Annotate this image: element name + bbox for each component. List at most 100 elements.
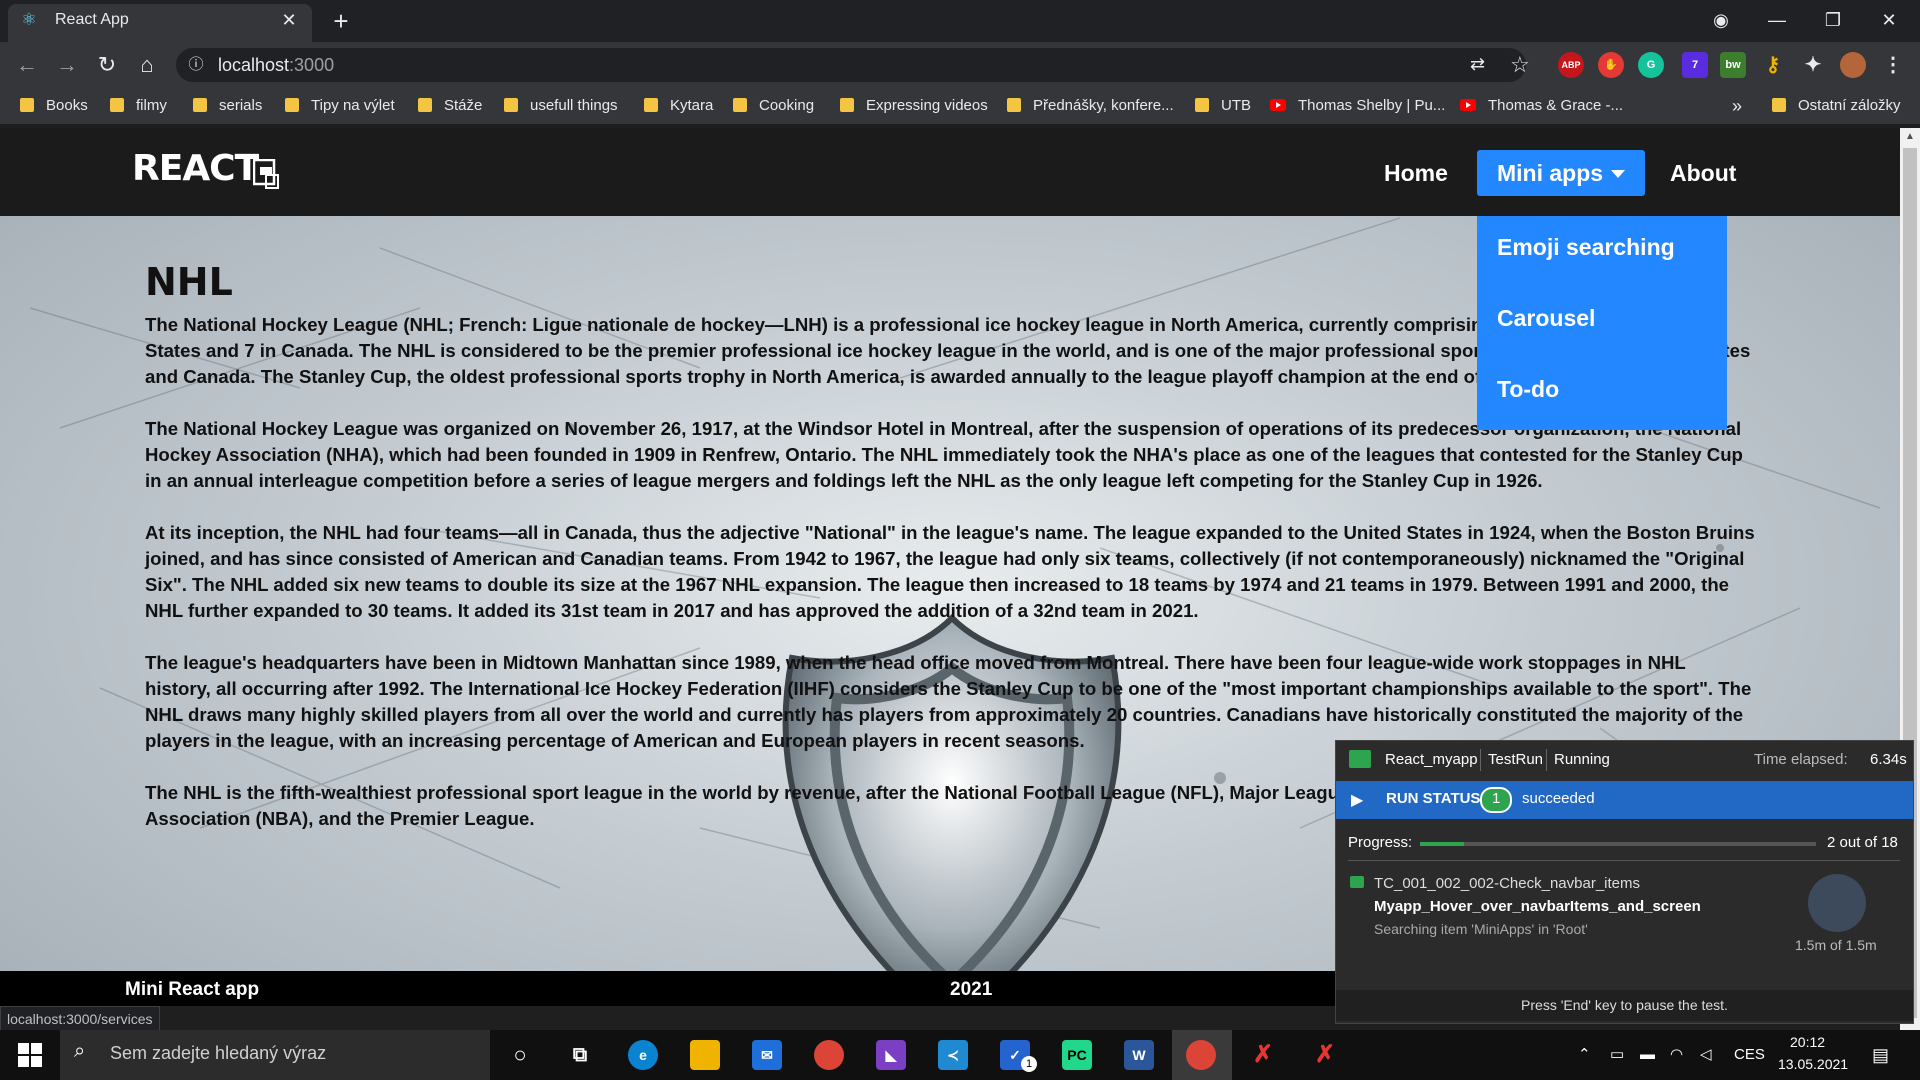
run-status-label: RUN STATUS bbox=[1386, 790, 1481, 807]
forward-icon[interactable]: → bbox=[52, 50, 82, 80]
tab-title: React App bbox=[55, 11, 129, 28]
bookmark-books[interactable]: Books bbox=[20, 88, 88, 124]
taskbar-search-placeholder[interactable]: Sem zadejte hledaný výraz bbox=[110, 1043, 326, 1064]
windows-start-icon[interactable] bbox=[18, 1043, 42, 1067]
action-center-icon[interactable]: ▤ bbox=[1872, 1040, 1889, 1070]
bookmark-serials[interactable]: serials bbox=[193, 88, 262, 124]
ranorex-recorder-icon[interactable]: ✗ bbox=[1310, 1040, 1340, 1070]
browser-tab[interactable] bbox=[8, 4, 312, 42]
bookmark-staze[interactable]: Stáže bbox=[418, 88, 482, 124]
language-indicator[interactable]: CES bbox=[1734, 1040, 1765, 1070]
translate-icon[interactable]: ⇄ bbox=[1470, 54, 1485, 75]
bookmark-filmy[interactable]: filmy bbox=[110, 88, 167, 124]
new-tab-button[interactable]: + bbox=[326, 6, 356, 36]
bookmark-expressing[interactable]: Expressing videos bbox=[840, 88, 988, 124]
article-paragraph: At its inception, the NHL had four teams… bbox=[145, 522, 1755, 621]
battery-icon[interactable]: ▬ bbox=[1640, 1040, 1655, 1070]
bookmark-utb[interactable]: UTB bbox=[1195, 88, 1251, 124]
folder-icon bbox=[1772, 98, 1786, 112]
clock-time[interactable]: 20:12 bbox=[1790, 1034, 1825, 1050]
other-bookmarks[interactable]: Ostatní záložky bbox=[1772, 88, 1901, 124]
back-icon[interactable]: ← bbox=[12, 50, 42, 80]
folder-icon bbox=[504, 98, 518, 112]
nav-home[interactable]: Home bbox=[1364, 150, 1468, 196]
bookmark-star-icon[interactable]: ☆ bbox=[1510, 52, 1530, 78]
grammarly-icon[interactable]: G bbox=[1638, 52, 1664, 78]
timeout-spinner bbox=[1808, 874, 1866, 932]
elapsed-label: Time elapsed: bbox=[1754, 751, 1848, 768]
vscode-icon[interactable]: ≺ bbox=[938, 1040, 968, 1070]
minimize-button[interactable]: — bbox=[1754, 0, 1800, 40]
brand-logo[interactable]: REACT bbox=[132, 148, 259, 189]
dropdown-item-todo[interactable]: To-do bbox=[1497, 376, 1559, 403]
bookmark-thomas-grace[interactable]: Thomas & Grace -... bbox=[1460, 88, 1623, 124]
task-view-icon[interactable]: ⧉ bbox=[565, 1040, 595, 1070]
key-extension-icon[interactable]: ⚷ bbox=[1760, 52, 1786, 78]
brand-icon bbox=[253, 159, 279, 189]
home-icon[interactable]: ⌂ bbox=[132, 50, 162, 80]
tab-search-icon[interactable]: ◉ bbox=[1698, 0, 1744, 40]
bookmark-kytara[interactable]: Kytara bbox=[644, 88, 713, 124]
folder-icon bbox=[285, 98, 299, 112]
chrome-profile-icon[interactable] bbox=[1186, 1040, 1216, 1070]
dropdown-item-carousel[interactable]: Carousel bbox=[1497, 305, 1595, 332]
more-bookmarks-icon[interactable]: » bbox=[1732, 88, 1742, 124]
site-info-icon[interactable]: ⓘ bbox=[186, 55, 206, 75]
word-icon[interactable]: W bbox=[1124, 1040, 1154, 1070]
cortana-icon[interactable]: ○ bbox=[505, 1040, 535, 1070]
close-tab-icon[interactable]: ✕ bbox=[277, 8, 301, 32]
elapsed-value: 6.34s bbox=[1870, 751, 1907, 768]
bookmark-tipy[interactable]: Tipy na výlet bbox=[285, 88, 395, 124]
pycharm-icon[interactable]: PC bbox=[1062, 1040, 1092, 1070]
folder-icon bbox=[840, 98, 854, 112]
youtube-icon bbox=[1270, 99, 1286, 111]
succeeded-count-badge: 1 bbox=[1480, 787, 1513, 813]
divider bbox=[1546, 749, 1547, 771]
status-bar-url: localhost:3000/services bbox=[0, 1006, 160, 1032]
progress-text: 2 out of 18 bbox=[1827, 834, 1898, 851]
bw-extension-icon[interactable]: bw bbox=[1720, 52, 1746, 78]
puzzle-extensions-icon[interactable]: ✦ bbox=[1800, 52, 1826, 78]
bookmark-thomas-shelby[interactable]: Thomas Shelby | Pu... bbox=[1270, 88, 1445, 124]
scroll-up-icon[interactable]: ▲ bbox=[1900, 128, 1920, 146]
close-window-button[interactable]: ✕ bbox=[1866, 0, 1912, 40]
timeout-text: 1.5m of 1.5m bbox=[1795, 937, 1877, 953]
mail-icon[interactable]: ✉ bbox=[752, 1040, 782, 1070]
ranorex-icon[interactable]: ✗ bbox=[1248, 1040, 1278, 1070]
reload-icon[interactable]: ↻ bbox=[92, 50, 122, 80]
notification-badge: 1 bbox=[1021, 1056, 1037, 1072]
meet-icon[interactable]: ▭ bbox=[1610, 1040, 1624, 1070]
folder-icon bbox=[1195, 98, 1209, 112]
volume-icon[interactable]: ◁ bbox=[1700, 1040, 1712, 1070]
address-bar[interactable] bbox=[176, 48, 1526, 82]
url-text[interactable]: localhost:3000 bbox=[218, 55, 334, 76]
clock-date[interactable]: 13.05.2021 bbox=[1778, 1056, 1848, 1072]
test-step-name: Myapp_Hover_over_navbarItems_and_screen bbox=[1374, 898, 1701, 915]
maximize-button[interactable]: ❐ bbox=[1810, 0, 1856, 40]
progress-label: Progress: bbox=[1348, 834, 1413, 851]
extension-badge-icon[interactable]: 7 bbox=[1682, 52, 1708, 78]
chrome-icon[interactable] bbox=[814, 1040, 844, 1070]
runner-hint: Press 'End' key to pause the test. bbox=[1336, 990, 1913, 1021]
play-icon[interactable]: ▶ bbox=[1351, 790, 1363, 810]
mini-apps-dropdown: Emoji searching Carousel To-do bbox=[1477, 216, 1727, 430]
profile-avatar[interactable] bbox=[1840, 52, 1866, 78]
adblock-icon[interactable]: ABP bbox=[1558, 52, 1584, 78]
file-explorer-icon[interactable] bbox=[690, 1040, 720, 1070]
bookmark-usefull[interactable]: usefull things bbox=[504, 88, 618, 124]
dropdown-item-emoji[interactable]: Emoji searching bbox=[1497, 234, 1675, 261]
bookmark-prednasky[interactable]: Přednášky, konfere... bbox=[1007, 88, 1174, 124]
tray-chevron-icon[interactable]: ⌃ bbox=[1578, 1040, 1591, 1070]
test-action: Searching item 'MiniApps' in 'Root' bbox=[1374, 921, 1588, 937]
youtube-icon bbox=[1460, 99, 1476, 111]
wifi-icon[interactable]: ◠ bbox=[1670, 1040, 1683, 1070]
hand-extension-icon[interactable]: ✋ bbox=[1598, 52, 1624, 78]
nav-mini-apps[interactable]: Mini apps bbox=[1477, 150, 1646, 196]
more-menu-icon[interactable]: ⋮ bbox=[1880, 52, 1906, 78]
edge-icon[interactable]: e bbox=[628, 1040, 658, 1070]
progress-fill bbox=[1420, 842, 1464, 846]
folder-icon bbox=[1007, 98, 1021, 112]
visual-studio-icon[interactable]: ◣ bbox=[876, 1040, 906, 1070]
bookmark-cooking[interactable]: Cooking bbox=[733, 88, 814, 124]
nav-about[interactable]: About bbox=[1650, 150, 1756, 196]
